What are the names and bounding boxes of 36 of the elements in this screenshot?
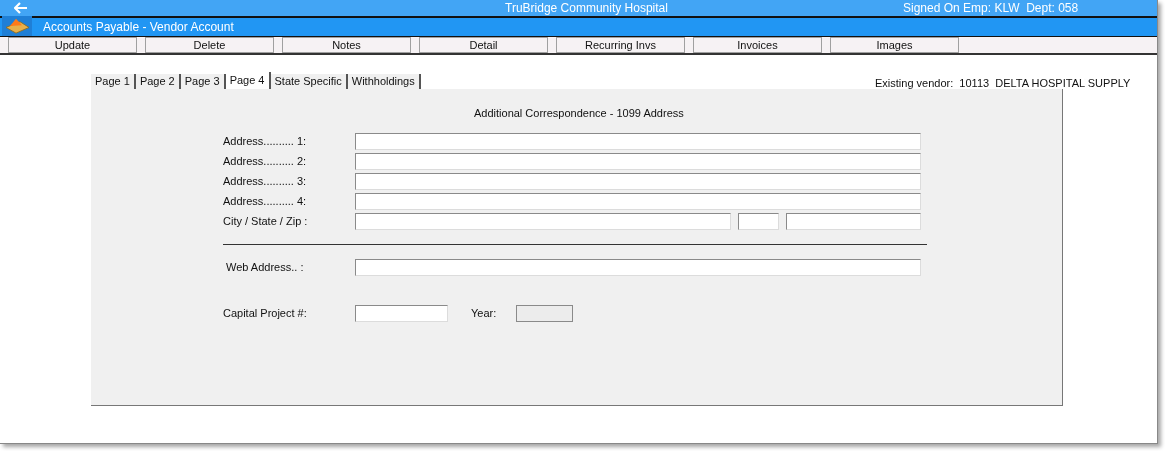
toolbar-button[interactable]: Recurring Invs <box>556 37 685 53</box>
field-label: Capital Project #: <box>223 306 308 322</box>
back-arrow-icon[interactable] <box>14 2 28 14</box>
tab[interactable]: Page 1 <box>91 74 136 89</box>
address-field[interactable] <box>355 193 921 210</box>
field-label: Address.......... 2: <box>223 154 308 170</box>
web-address-field[interactable] <box>355 259 921 276</box>
state-field[interactable] <box>738 213 779 230</box>
toolbar-button[interactable]: Images <box>830 37 959 53</box>
hospital-name: TruBridge Community Hospital <box>505 0 668 17</box>
toolbar-button[interactable]: Delete <box>145 37 274 53</box>
vendor-info: Existing vendor: 10113 DELTA HOSPITAL SUPPLY <box>875 76 1131 91</box>
tab[interactable]: Page 3 <box>180 74 226 89</box>
toolbar-button[interactable]: Invoices <box>693 37 822 53</box>
toolbar-button[interactable]: Notes <box>282 37 411 53</box>
folder-app-icon <box>2 16 32 36</box>
toolbar-button[interactable]: Detail <box>419 37 548 53</box>
zip-field[interactable] <box>786 213 921 230</box>
window-title: Accounts Payable - Vendor Account <box>43 19 234 36</box>
tab[interactable]: State Specific <box>270 74 348 89</box>
field-label: Address.......... 4: <box>223 194 308 210</box>
field-label: City / State / Zip : <box>223 214 309 230</box>
form-heading: Additional Correspondence - 1099 Address <box>474 106 684 121</box>
field-label: Year: <box>471 306 498 322</box>
signed-on-info: Signed On Emp: KLW Dept: 058 <box>903 0 1079 17</box>
toolbar-button[interactable]: Update <box>8 37 137 53</box>
address-field[interactable] <box>355 153 921 170</box>
address-field[interactable] <box>355 173 921 190</box>
capital-project-field[interactable] <box>355 305 448 322</box>
field-label: Address.......... 1: <box>223 134 308 150</box>
field-label: Address.......... 3: <box>223 174 308 190</box>
city-field[interactable] <box>355 213 731 230</box>
tab[interactable]: Page 2 <box>135 74 181 89</box>
tab[interactable]: Withholdings <box>347 74 421 89</box>
field-label: Web Address.. : <box>225 260 305 276</box>
address-field[interactable] <box>355 133 921 150</box>
